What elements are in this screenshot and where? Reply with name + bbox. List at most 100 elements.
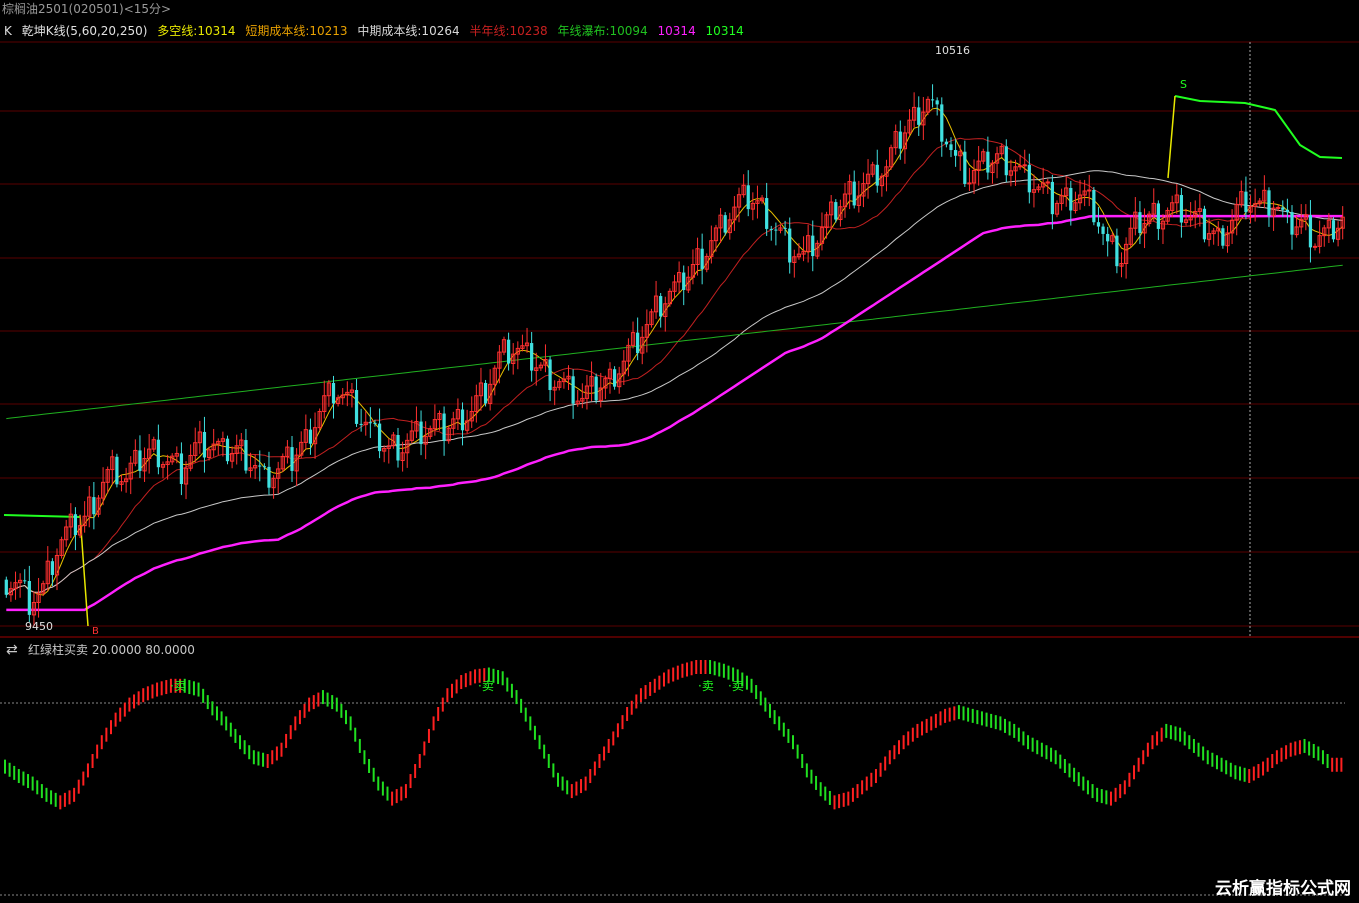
- legend-indicator-name[interactable]: 乾坤K线(5,60,20,250): [22, 24, 148, 38]
- short-cost-line: [6, 107, 1344, 596]
- legend-item-short-cost: 短期成本线:10213: [245, 24, 348, 38]
- candle-down: [917, 107, 921, 125]
- candle-down: [571, 376, 575, 404]
- candle-down: [636, 332, 640, 354]
- sell-signal-marker: ·卖: [170, 679, 186, 693]
- candle-down: [788, 228, 792, 263]
- candle-down: [377, 423, 382, 452]
- candle-down: [1285, 209, 1290, 213]
- candle-down: [373, 422, 377, 424]
- sell-signal-marker: ·卖: [478, 679, 494, 693]
- legend-item-magenta-value: 10314: [657, 24, 696, 38]
- sub-indicator-label[interactable]: 红绿柱买卖 20.0000 80.0000: [28, 643, 195, 657]
- candle-down: [308, 429, 313, 444]
- candle-down: [774, 229, 778, 231]
- half-year-line: [6, 137, 1343, 596]
- chart-grid: [0, 41, 1359, 896]
- candle-down: [852, 181, 856, 206]
- candle-down: [1281, 207, 1285, 210]
- candle-down: [202, 431, 207, 458]
- candle-down: [1069, 187, 1073, 211]
- candle-down: [944, 141, 948, 145]
- candle-down: [1138, 212, 1142, 233]
- candle-down: [1267, 190, 1271, 216]
- candle-down: [483, 382, 488, 404]
- candle-down: [1050, 181, 1054, 215]
- candle-down: [986, 151, 990, 173]
- candle-down: [659, 296, 663, 317]
- candle-down: [156, 439, 160, 468]
- candle-down: [354, 390, 359, 424]
- low-price-label: 9450: [25, 620, 53, 633]
- candle-down: [258, 465, 262, 467]
- sub-indicator-header: ⇄ 红绿柱买卖 20.0000 80.0000: [6, 641, 195, 659]
- candle-down: [442, 413, 446, 441]
- candle-down: [682, 272, 686, 291]
- candle-down: [4, 579, 8, 595]
- candle-down: [765, 198, 769, 229]
- site-watermark: 云析赢指标公式网: [1215, 879, 1351, 899]
- candle-down: [50, 561, 54, 575]
- candle-down: [1004, 146, 1008, 176]
- candle-down: [548, 359, 552, 391]
- candle-down: [935, 100, 939, 105]
- candle-down: [244, 440, 248, 471]
- candle-down: [783, 227, 787, 229]
- candle-down: [267, 466, 271, 488]
- candle-down: [1179, 195, 1184, 223]
- candle-down: [138, 450, 142, 471]
- legend-item-green-value: 10314: [705, 24, 744, 38]
- high-price-label: 10516: [935, 44, 970, 57]
- candle-down: [1290, 212, 1294, 235]
- candle-down: [262, 466, 266, 468]
- red-green-bar-oscillator: ·卖 ·卖 ·卖 ·卖: [4, 660, 1343, 810]
- candle-down: [1106, 233, 1110, 242]
- moving-average-lines: [3, 95, 1344, 627]
- candle-down: [460, 409, 465, 431]
- candle-down: [115, 456, 119, 485]
- candle-down: [1156, 203, 1160, 229]
- buy-signal-label: B: [92, 626, 99, 637]
- candle-down: [811, 235, 815, 257]
- candle-down: [396, 434, 400, 461]
- candle-down: [290, 447, 294, 471]
- candle-down: [949, 144, 953, 151]
- candle-down: [875, 164, 879, 186]
- swap-icon[interactable]: ⇄: [6, 641, 22, 659]
- mid-cost-line: [6, 170, 1343, 596]
- candle-down: [1115, 235, 1119, 267]
- candle-down: [179, 453, 184, 484]
- candle-down: [963, 151, 967, 184]
- candle-down: [834, 202, 838, 220]
- legend-prefix: K: [4, 24, 12, 38]
- candle-down: [1101, 226, 1105, 234]
- candle-down: [530, 343, 534, 371]
- candlestick-series: [4, 84, 1345, 626]
- candle-down: [953, 150, 958, 156]
- candle-down: [769, 228, 773, 230]
- candle-down: [612, 369, 617, 387]
- candle-down: [73, 514, 78, 536]
- candle-up: [1276, 206, 1281, 209]
- candle-down: [1092, 189, 1096, 223]
- candle-down: [700, 248, 704, 270]
- candle-down: [27, 580, 31, 615]
- candle-down: [1221, 228, 1225, 246]
- candle-down: [368, 422, 372, 424]
- candle-down: [419, 421, 423, 445]
- candle-down: [1096, 222, 1101, 227]
- price-markers: 10516 9450 B S: [25, 44, 1187, 637]
- sell-signal-label: S: [1180, 78, 1187, 91]
- candle-down: [594, 376, 598, 401]
- candle-down: [930, 99, 935, 101]
- candle-down: [1331, 220, 1336, 240]
- legend-item-half-year: 半年线:10238: [469, 24, 548, 38]
- candle-down: [1202, 208, 1207, 240]
- green-resistance-line: [1174, 95, 1343, 159]
- candle-down: [898, 131, 902, 149]
- candle-down: [225, 438, 230, 462]
- window-title: 棕榈油2501(020501)<15分>: [2, 2, 172, 16]
- indicator-legend: K 乾坤K线(5,60,20,250) 多空线:10314 短期成本线:1021…: [4, 23, 750, 39]
- candle-down: [92, 497, 96, 515]
- main-chart[interactable]: ·卖 ·卖 ·卖 ·卖 10516 9450 B S: [0, 0, 1359, 903]
